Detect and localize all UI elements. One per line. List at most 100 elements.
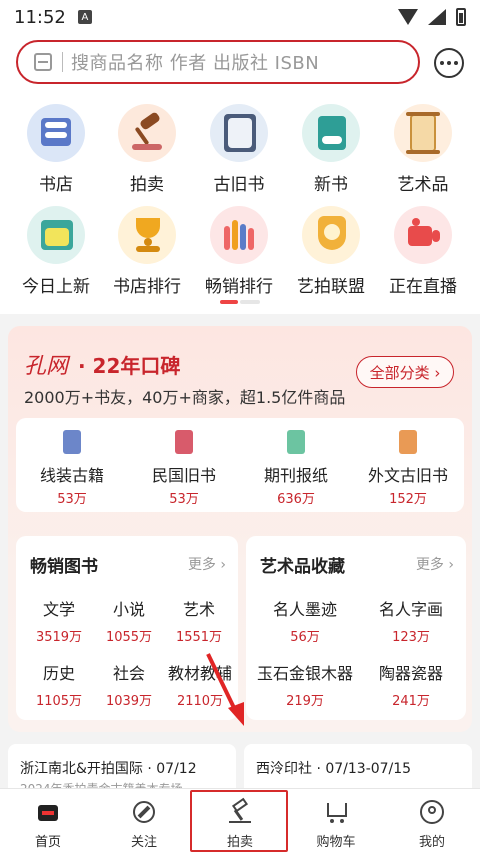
quick-item-count: 53万 [169,492,199,507]
promo-description: 2000万+书友，40万+商家，超1.5亿件商品 [24,388,346,407]
panel-title: 畅销图书 [30,557,98,577]
category-label: 新书 [314,175,348,195]
quick-item-foreign[interactable]: 外文古旧书 152万 [352,430,464,507]
category-grid: 书店 拍卖 古旧书 新书 艺术品 今日上新 书店排行 畅销排行 艺拍联盟 正在直… [0,94,480,314]
newspaper-icon [287,430,305,454]
quick-item-count: 636万 [277,492,315,507]
item-count: 1551万 [175,630,223,645]
bestseller-item[interactable]: 小说 1055万 [96,596,162,645]
category-store-ranking[interactable]: 书店排行 [99,206,195,297]
tab-label: 拍卖 [226,835,253,850]
tab-home[interactable]: 首页 [0,789,96,853]
category-label: 正在直播 [389,277,457,297]
search-divider [62,52,63,72]
message-button[interactable] [434,48,464,78]
search-input[interactable]: 搜商品名称 作者 出版社 ISBN [16,40,420,84]
dot [447,61,451,65]
art-item[interactable]: 名人字画 123万 [356,596,466,645]
category-art[interactable]: 艺术品 [375,104,471,195]
tab-follow[interactable]: 关注 [96,789,192,853]
art-collection-panel: 艺术品收藏 更多 › 名人墨迹 56万 名人字画 123万 玉石金银木器 219… [246,536,466,720]
tab-profile[interactable]: 我的 [384,789,480,853]
quick-item-count: 152万 [389,492,427,507]
art-item[interactable]: 玉石金银木器 219万 [248,660,362,709]
category-today-new[interactable]: 今日上新 [8,206,104,297]
bestseller-item[interactable]: 社会 1039万 [96,660,162,709]
promo-section: 孔网 · 22年口碑 2000万+书友，40万+商家，超1.5亿件商品 全部分类… [8,326,472,732]
category-old-books[interactable]: 古旧书 [191,104,287,195]
book-icon [399,430,417,454]
item-count: 1105万 [35,694,83,709]
category-label: 书店 [39,175,73,195]
quick-item-periodicals[interactable]: 期刊报纸 636万 [240,430,352,507]
quick-item-republic[interactable]: 民国旧书 53万 [128,430,240,507]
header: 搜商品名称 作者 出版社 ISBN [0,34,480,94]
profile-icon [419,799,445,825]
gavel-icon [118,104,176,162]
item-name: 名人字画 [378,600,443,619]
dot [454,61,458,65]
category-art-alliance[interactable]: 艺拍联盟 [283,206,379,297]
wifi-icon [398,9,418,25]
shield-badge-icon [302,206,360,264]
search-placeholder: 搜商品名称 作者 出版社 ISBN [71,53,320,74]
bestseller-item[interactable]: 艺术 1551万 [166,596,232,645]
trophy-icon [118,206,176,264]
category-auction[interactable]: 拍卖 [99,104,195,195]
item-name: 社会 [112,664,145,683]
category-label: 今日上新 [22,277,90,297]
book-icon [175,430,193,454]
item-count: 3519万 [35,630,83,645]
category-new-books[interactable]: 新书 [283,104,379,195]
scan-icon[interactable] [34,53,52,71]
all-categories-button[interactable]: 全部分类 › [356,356,454,388]
bestseller-item[interactable]: 历史 1105万 [26,660,92,709]
new-book-icon [302,104,360,162]
gavel-icon [227,797,253,825]
quick-item-name: 线装古籍 [39,466,104,485]
tab-cart[interactable]: 购物车 [288,789,384,853]
category-pager [220,300,260,304]
category-label: 书店排行 [113,277,181,297]
more-link[interactable]: 更多 › [188,554,226,574]
category-label: 拍卖 [130,175,164,195]
bestseller-item[interactable]: 文学 3519万 [26,596,92,645]
calendar-icon [27,206,85,264]
tab-label: 购物车 [316,835,356,850]
quick-item-name: 民国旧书 [151,466,216,485]
category-bestseller-ranking[interactable]: 畅销排行 [191,206,287,297]
bookshelf-icon [27,104,85,162]
cart-icon [323,799,349,825]
art-item[interactable]: 名人墨迹 56万 [250,596,360,645]
compass-icon [131,799,157,825]
quick-item-ancient[interactable]: 线装古籍 53万 [16,430,128,507]
tab-auction[interactable]: 拍卖 [192,789,288,853]
item-count: 123万 [392,630,430,645]
brand-logo: 孔网 [24,354,69,379]
notification-badge-icon: A [77,10,92,24]
item-count: 1055万 [105,630,153,645]
item-name: 名人墨迹 [272,600,337,619]
tab-label: 我的 [418,835,445,850]
item-name: 小说 [112,600,145,619]
category-label: 艺拍联盟 [297,277,365,297]
dot [440,61,444,65]
category-live[interactable]: 正在直播 [375,206,471,297]
quick-categories: 线装古籍 53万 民国旧书 53万 期刊报纸 636万 外文古旧书 152万 [16,418,464,512]
status-time: 11:52 [14,6,66,28]
home-icon [35,799,61,825]
more-link[interactable]: 更多 › [416,554,454,574]
bestseller-item[interactable]: 教材教辅 2110万 [162,660,238,709]
item-count: 219万 [286,694,324,709]
auction-card-title: 浙江南北&开拍国际 · 07/12 [20,761,197,777]
bottom-tab-bar: 首页 关注 拍卖 购物车 我的 [0,788,480,853]
category-label: 古旧书 [213,175,265,195]
quick-item-count: 53万 [57,492,87,507]
category-label: 艺术品 [397,175,449,195]
signal-icon [428,9,446,25]
bestseller-books-icon [210,206,268,264]
art-item[interactable]: 陶器瓷器 241万 [356,660,466,709]
item-count: 241万 [392,694,430,709]
status-bar: 11:52 A [0,0,480,34]
category-bookstore[interactable]: 书店 [8,104,104,195]
